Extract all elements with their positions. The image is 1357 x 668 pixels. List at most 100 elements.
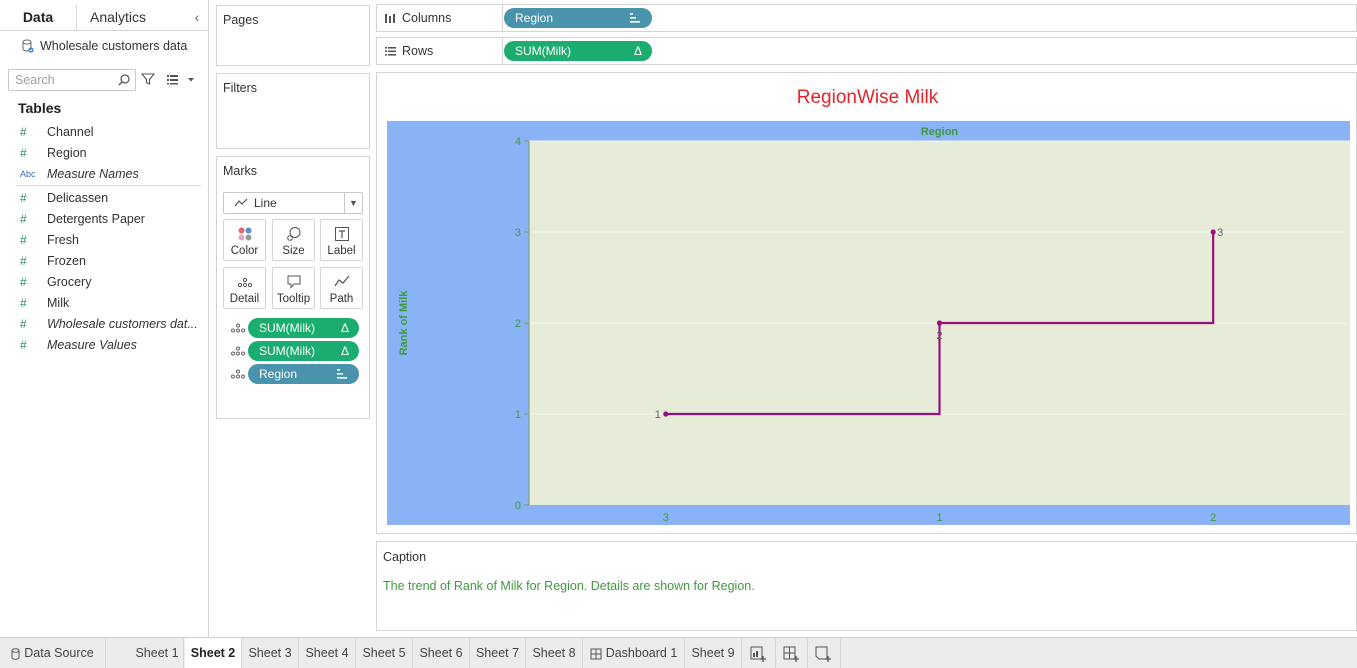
- y-axis-title: Rank of Milk: [398, 290, 410, 356]
- field-region[interactable]: # Region: [0, 142, 209, 163]
- field-name: Grocery: [47, 274, 92, 289]
- tab-sheet-2[interactable]: Sheet 2: [185, 638, 242, 668]
- data-label: 2: [936, 330, 942, 342]
- field-search[interactable]: [8, 69, 136, 91]
- pill-label: SUM(Milk): [259, 321, 315, 335]
- mark-type-dropdown[interactable]: Line ▼: [223, 192, 363, 214]
- new-worksheet-button[interactable]: [742, 638, 776, 668]
- y-tick-label: 3: [515, 227, 521, 239]
- field-name: Milk: [47, 295, 70, 310]
- tab-dashboard-1[interactable]: Dashboard 1: [583, 638, 685, 668]
- tab-label: Data Source: [24, 646, 94, 660]
- data-pane: Data Analytics ‹ Wholesale customers dat…: [0, 0, 209, 637]
- view-options-icon[interactable]: [166, 73, 196, 86]
- field-wholesale-count[interactable]: # Wholesale customers dat...: [0, 313, 209, 334]
- label-button[interactable]: Label: [320, 219, 363, 261]
- tab-data[interactable]: Data: [0, 5, 77, 31]
- field-list: # Channel # Region Abc Measure Names # D…: [0, 121, 209, 355]
- tab-label: Sheet 6: [419, 646, 463, 660]
- tab-data-source[interactable]: Data Source: [0, 638, 106, 668]
- field-name: Fresh: [47, 232, 79, 247]
- number-type-icon: #: [20, 124, 27, 139]
- rows-shelf[interactable]: Rows SUM(Milk) Δ: [376, 37, 1357, 65]
- number-type-icon: #: [20, 232, 27, 247]
- tab-sheet-5[interactable]: Sheet 5: [356, 638, 413, 668]
- field-name: Frozen: [47, 253, 86, 268]
- filters-shelf[interactable]: Filters: [216, 73, 370, 149]
- rows-pill-sum-milk[interactable]: SUM(Milk) Δ: [504, 41, 652, 61]
- field-grocery[interactable]: # Grocery: [0, 271, 209, 292]
- tab-label: Sheet 3: [248, 646, 292, 660]
- tab-analytics[interactable]: Analytics: [78, 5, 158, 31]
- field-measure-values[interactable]: # Measure Values: [0, 334, 209, 355]
- new-dashboard-button[interactable]: [776, 638, 808, 668]
- tab-sheet-1[interactable]: Sheet 1: [131, 638, 184, 668]
- mark-type-label: Line: [254, 196, 277, 210]
- pane-tabs: Data Analytics ‹: [0, 5, 209, 31]
- tab-label: Sheet 7: [475, 646, 520, 660]
- number-type-icon: #: [20, 190, 27, 205]
- field-frozen[interactable]: # Frozen: [0, 250, 209, 271]
- marks-card: Marks Line ▼ Color Size Label Detail Too…: [216, 156, 370, 419]
- y-tick-label: 2: [515, 318, 521, 330]
- new-worksheet-icon: [750, 646, 766, 662]
- field-detergents-paper[interactable]: # Detergents Paper: [0, 208, 209, 229]
- worksheet-view: RegionWise Milk Region Rank of Milk 0 1 2 3 4 3…: [376, 72, 1357, 534]
- label-label: Label: [327, 245, 356, 257]
- detail-icon: [231, 323, 245, 333]
- color-button[interactable]: Color: [223, 219, 266, 261]
- filters-title: Filters: [223, 81, 258, 95]
- new-story-button[interactable]: [808, 638, 841, 668]
- database-icon: [22, 39, 34, 53]
- filter-icon[interactable]: [141, 72, 155, 86]
- field-measure-names[interactable]: Abc Measure Names: [0, 163, 209, 184]
- collapse-pane-icon[interactable]: ‹: [191, 10, 203, 24]
- pages-shelf[interactable]: Pages: [216, 5, 370, 66]
- tab-sheet-9[interactable]: Sheet 9: [685, 638, 742, 668]
- path-icon: [334, 275, 350, 287]
- tooltip-button[interactable]: Tooltip: [272, 267, 315, 309]
- data-label: 1: [655, 409, 661, 421]
- x-tick-label: 3: [663, 512, 669, 524]
- data-point: [663, 411, 669, 417]
- field-name: Wholesale customers dat...: [47, 316, 198, 331]
- tab-sheet-7[interactable]: Sheet 7: [470, 638, 526, 668]
- path-button[interactable]: Path: [320, 267, 363, 309]
- tables-heading: Tables: [18, 100, 62, 116]
- y-tick-label: 1: [515, 409, 521, 421]
- columns-shelf[interactable]: Columns Region: [376, 4, 1357, 32]
- datasource-item[interactable]: Wholesale customers data: [22, 37, 187, 55]
- tooltip-icon: [287, 275, 301, 289]
- string-type-icon: Abc: [20, 168, 36, 179]
- number-type-icon: #: [20, 145, 27, 160]
- tab-sheet-6[interactable]: Sheet 6: [413, 638, 470, 668]
- field-milk[interactable]: # Milk: [0, 292, 209, 313]
- pages-title: Pages: [223, 13, 259, 27]
- tab-label: Sheet 8: [532, 646, 576, 660]
- x-tick-label: 2: [1210, 512, 1216, 524]
- marks-pill-region[interactable]: Region: [248, 364, 359, 384]
- tab-sheet-3[interactable]: Sheet 3: [242, 638, 299, 668]
- field-delicassen[interactable]: # Delicassen: [0, 187, 209, 208]
- path-label: Path: [329, 293, 354, 305]
- x-tick-label: 1: [936, 512, 942, 524]
- columns-pill-region[interactable]: Region: [504, 8, 652, 28]
- field-fresh[interactable]: # Fresh: [0, 229, 209, 250]
- size-button[interactable]: Size: [272, 219, 315, 261]
- detail-icon: [231, 346, 245, 356]
- dashboard-icon: [590, 648, 602, 660]
- marks-pill-sum-milk[interactable]: SUM(Milk) Δ: [248, 318, 359, 338]
- field-channel[interactable]: # Channel: [0, 121, 209, 142]
- field-name: Delicassen: [47, 190, 109, 205]
- line-mark-icon: [234, 198, 248, 207]
- rows-label: Rows: [402, 44, 434, 58]
- sort-icon: [337, 369, 347, 379]
- search-input[interactable]: [9, 70, 109, 90]
- tab-sheet-4[interactable]: Sheet 4: [299, 638, 356, 668]
- detail-label: Detail: [229, 293, 260, 305]
- marks-pill-sum-milk[interactable]: SUM(Milk) Δ: [248, 341, 359, 361]
- detail-button[interactable]: Detail: [223, 267, 266, 309]
- tab-label: Dashboard 1: [605, 646, 678, 660]
- columns-icon: [385, 14, 395, 23]
- tab-sheet-8[interactable]: Sheet 8: [526, 638, 583, 668]
